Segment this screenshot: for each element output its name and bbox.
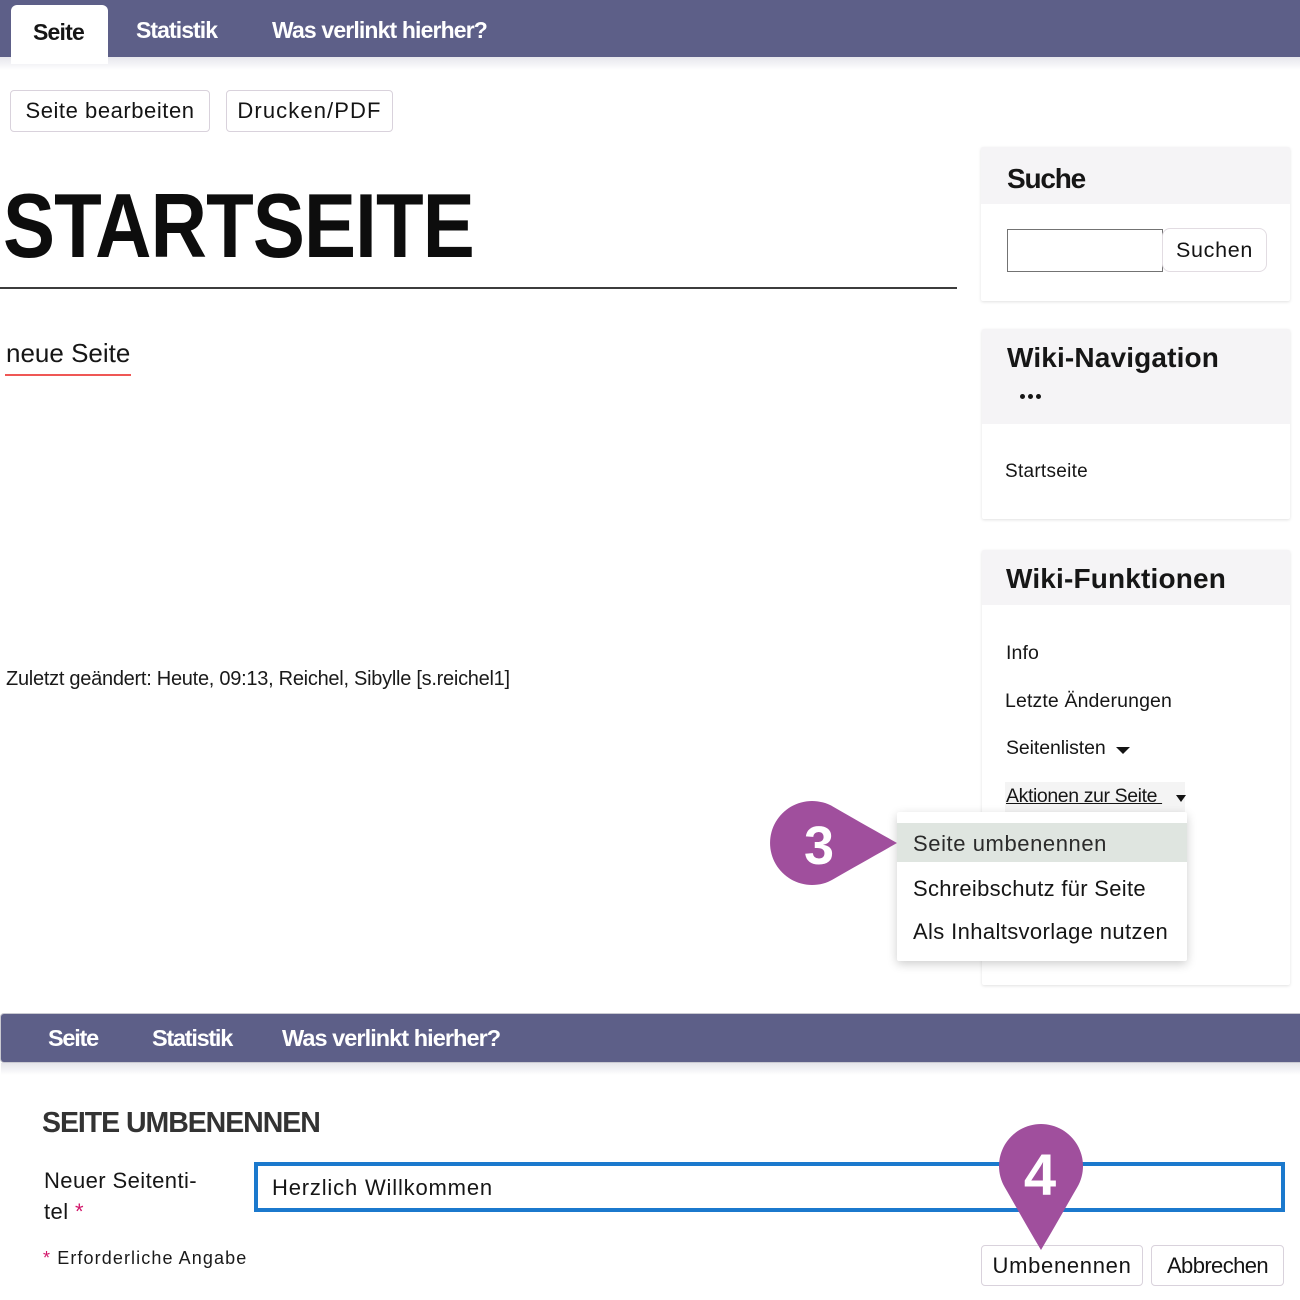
svg-text:3: 3 xyxy=(804,816,834,876)
svg-text:4: 4 xyxy=(1024,1143,1056,1208)
